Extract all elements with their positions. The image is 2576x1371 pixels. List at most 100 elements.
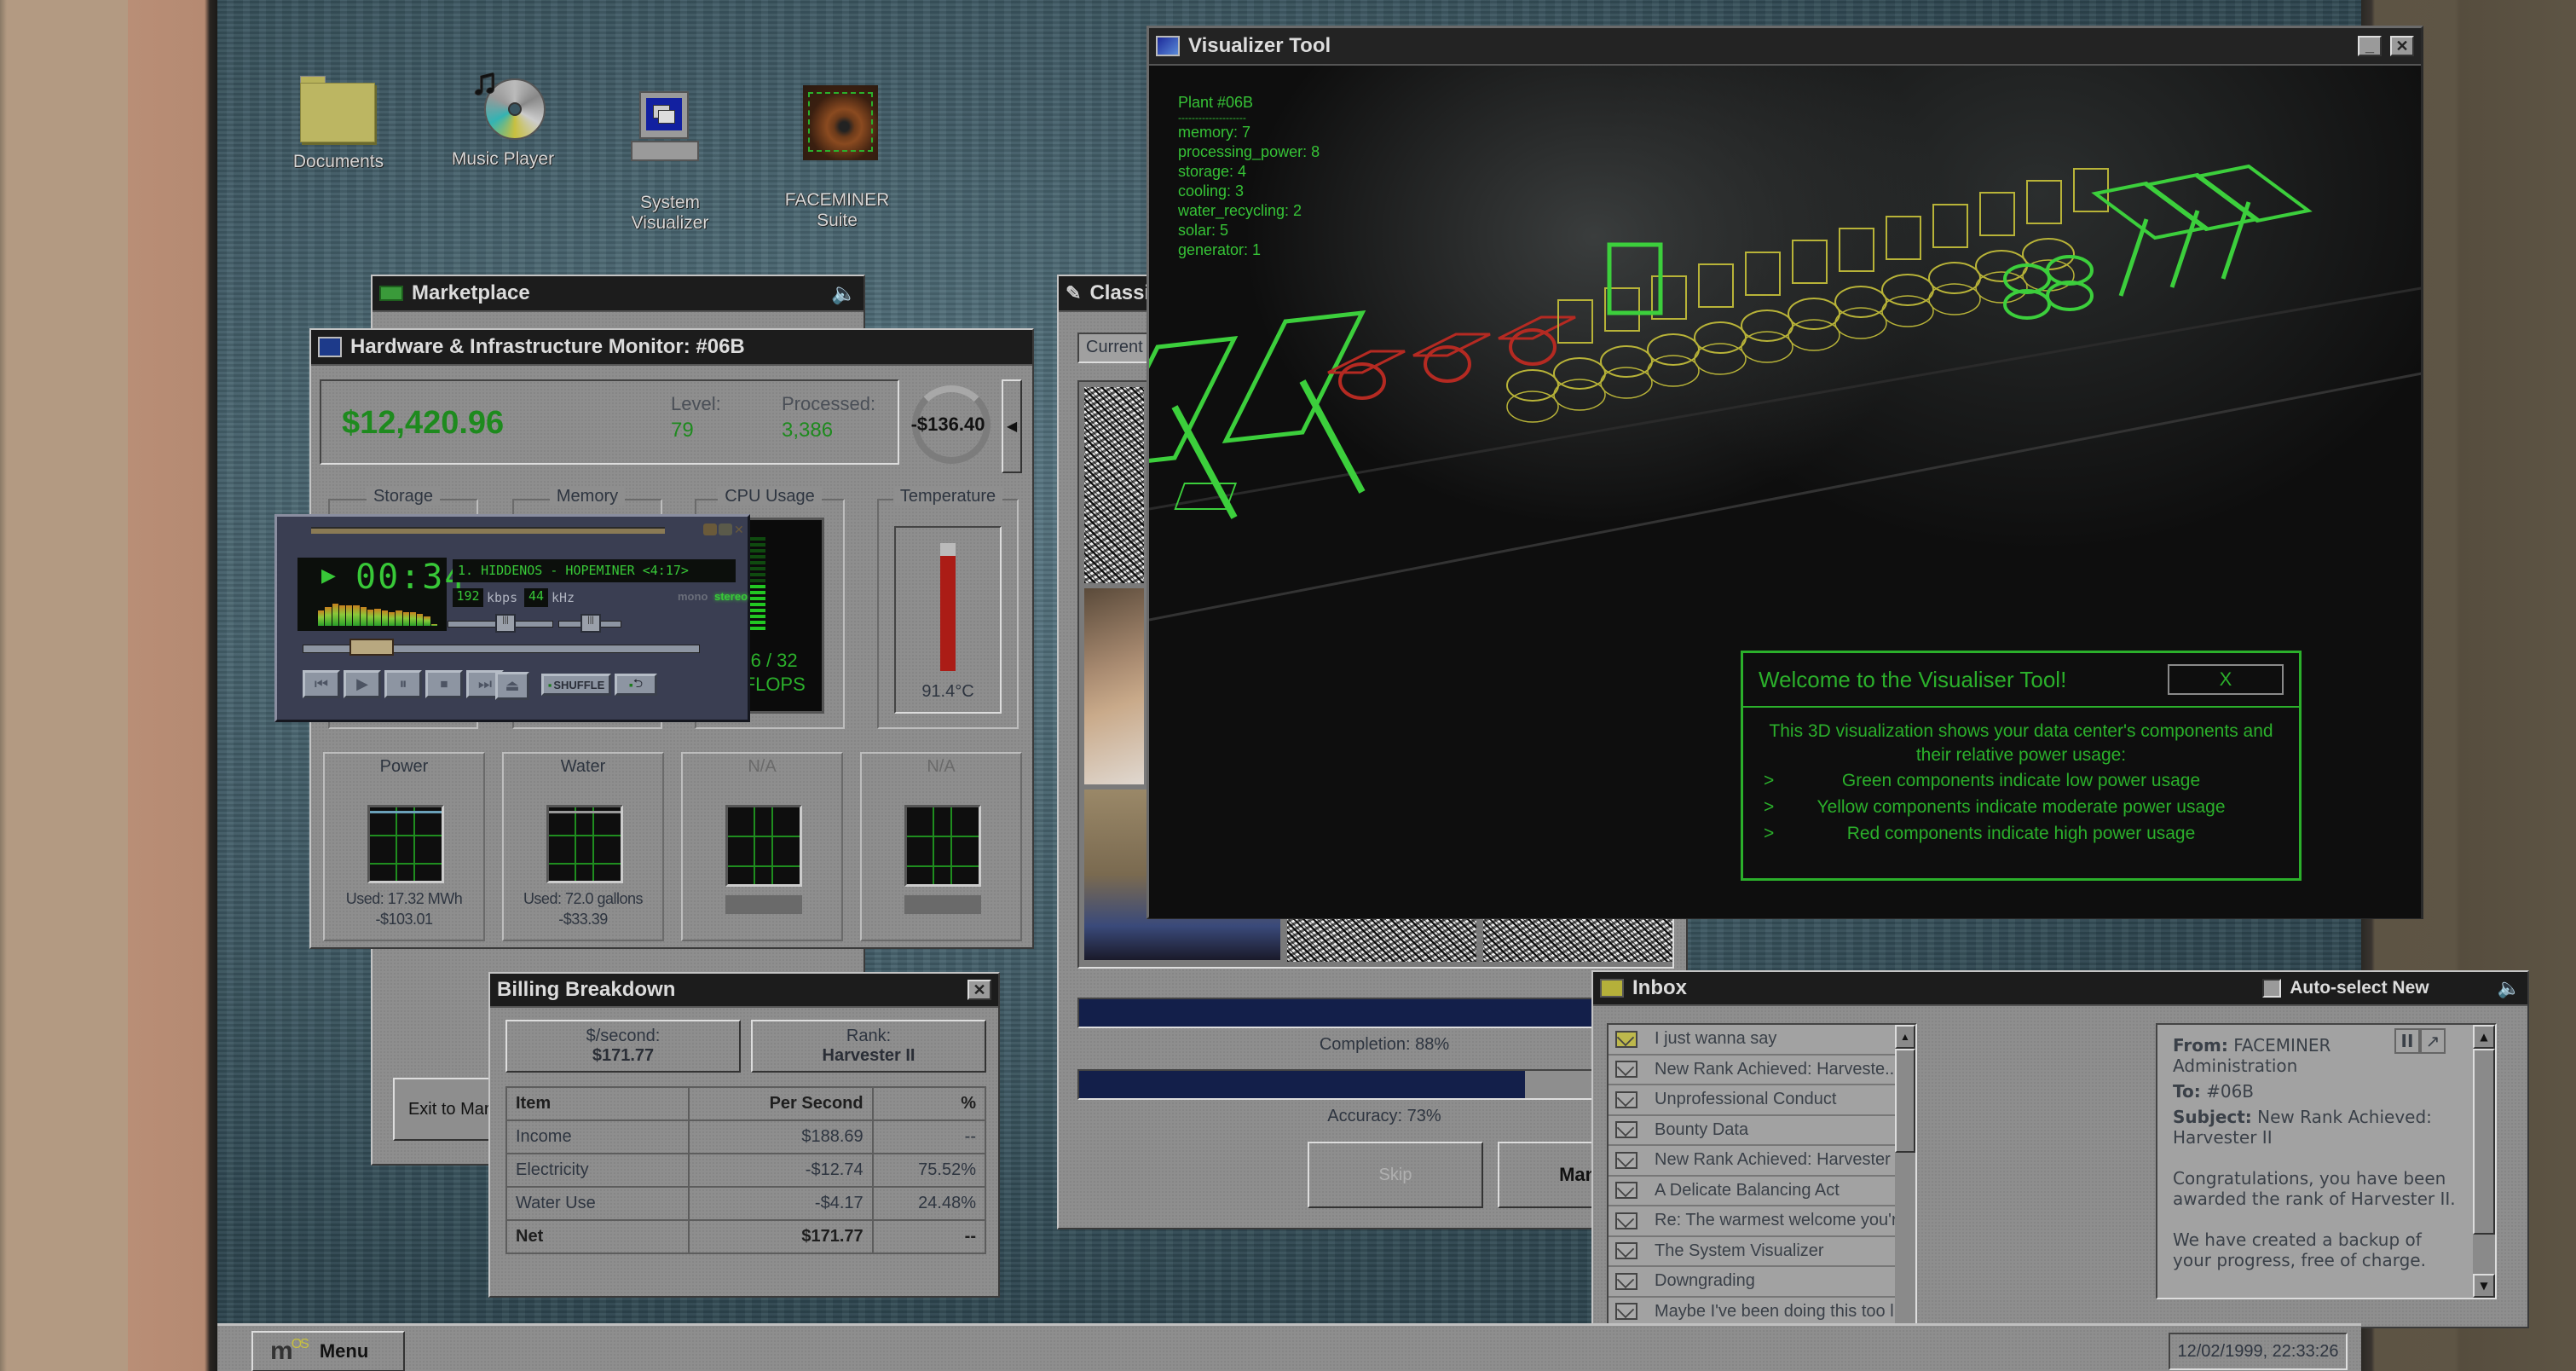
icon-label: System Visualizer <box>631 193 709 233</box>
inbox-message[interactable]: Unprofessional Conduct <box>1609 1085 1897 1116</box>
water-tank-base <box>1506 390 1559 423</box>
icon-label: FACEMINER Suite <box>784 190 890 230</box>
water-tank-base <box>1975 271 2028 304</box>
seek-bar[interactable] <box>303 639 700 656</box>
water-tank-base <box>1834 307 1887 339</box>
music-player-titlebar[interactable] <box>311 527 665 534</box>
hardware-monitor-titlebar[interactable]: Hardware & Infrastructure Monitor: #06B <box>311 330 1032 366</box>
spectrum-bar <box>318 610 325 626</box>
mos-logo-icon: mOS <box>270 1337 309 1365</box>
repeat-button[interactable]: ▪ ⮌ <box>615 674 657 696</box>
inbox-message[interactable]: Maybe I've been doing this too l... <box>1609 1298 1897 1326</box>
message-list-scrollbar[interactable]: ▲ <box>1895 1025 1915 1325</box>
processed-value: 3,386 <box>782 419 834 442</box>
balance-slider[interactable]: ||| <box>558 614 621 633</box>
auto-select-checkbox[interactable] <box>2262 979 2282 998</box>
cooling-unit <box>1498 315 1576 340</box>
rank-value: Harvester II <box>822 1046 915 1065</box>
spectrum-bar <box>402 612 409 626</box>
inbox-message[interactable]: A Delicate Balancing Act <box>1609 1177 1897 1206</box>
billing-cell: Item <box>505 1086 690 1121</box>
eject-button[interactable]: ⏏ <box>495 672 529 700</box>
cooling-fan <box>1424 345 1471 383</box>
rank-label: Rank: <box>846 1027 892 1045</box>
scroll-thumb[interactable] <box>1895 1049 1915 1153</box>
solar-panel-post <box>2221 201 2251 280</box>
exit-to-marketplace-button[interactable]: Exit to Marl <box>393 1078 495 1141</box>
close-button[interactable]: ✕ <box>734 524 746 535</box>
billing-table: Item Per Second% Income $188.69 -- Electricit… <box>505 1086 987 1254</box>
skip-button[interactable]: Skip <box>1308 1142 1483 1208</box>
read-envelope-icon <box>1615 1272 1637 1290</box>
message-subject: I just wanna say <box>1655 1029 1777 1049</box>
inbox-titlebar[interactable]: Inbox Auto-select New 🔈 <box>1593 972 2527 1006</box>
prev-button[interactable]: ⏮ <box>303 670 340 698</box>
solar-panel-post <box>1171 405 1238 519</box>
inbox-message[interactable]: Downgrading <box>1609 1267 1897 1298</box>
read-envelope-icon <box>1615 1090 1637 1108</box>
volume-slider[interactable]: ||| <box>448 614 553 633</box>
welcome-bullet: > Green components indicate low power usa… <box>1764 771 2201 790</box>
inbox-message[interactable]: Bounty Data <box>1609 1116 1897 1146</box>
speaker-icon[interactable]: 🔈 <box>831 281 857 306</box>
music-player-display: ▶ 00:34 <box>297 558 465 631</box>
pause-button[interactable]: ⏸ <box>384 670 422 698</box>
preview-controls: II ↗ <box>2394 1028 2446 1054</box>
desktop-icon-documents[interactable]: Documents <box>257 64 419 172</box>
pause-icon[interactable]: II <box>2394 1028 2420 1054</box>
shade-button[interactable] <box>719 524 732 535</box>
face-thumbnail[interactable] <box>1084 588 1144 784</box>
water-tank-base <box>1600 367 1653 399</box>
message-subject: Downgrading <box>1655 1271 1755 1291</box>
meter-used: Used: 72.0 gallons <box>523 890 644 907</box>
billing-titlebar[interactable]: Billing Breakdown ✕ <box>490 974 998 1008</box>
close-button[interactable]: ✕ <box>967 980 991 1000</box>
stop-button[interactable]: ⏹ <box>425 670 463 698</box>
popout-icon[interactable]: ↗ <box>2420 1028 2446 1054</box>
inbox-message[interactable]: The System Visualizer <box>1609 1237 1897 1267</box>
inbox-message[interactable]: Re: The warmest welcome you'r... <box>1609 1206 1897 1237</box>
floor-rail <box>1149 372 2421 622</box>
billing-row: Water Use -$4.17 24.48% <box>505 1186 987 1221</box>
inbox-message[interactable]: New Rank Achieved: Harvester I <box>1609 1146 1897 1177</box>
inbox-message[interactable]: I just wanna say <box>1609 1025 1897 1056</box>
play-indicator-icon: ▶ <box>321 564 336 586</box>
spectrum-bar <box>367 609 374 626</box>
meter-na: N/A <box>681 752 843 941</box>
welcome-close-button[interactable]: X <box>2168 664 2284 695</box>
window-title: Inbox <box>1632 976 1687 999</box>
meter-label: Power <box>379 757 429 776</box>
minimize-button[interactable]: _ <box>2358 36 2382 56</box>
preview-scrollbar[interactable]: ▲ ▼ <box>2473 1025 2495 1298</box>
water-tank-base <box>1694 343 1747 375</box>
face-thumbnail-noise[interactable] <box>1084 387 1144 583</box>
server-rack <box>1698 263 1734 308</box>
desktop-icon-system-visualizer[interactable]: System Visualizer <box>589 64 751 254</box>
marketplace-titlebar[interactable]: Marketplace 🔈 <box>373 276 863 312</box>
shuffle-button[interactable]: ▪ SHUFFLE <box>541 674 611 696</box>
speaker-icon[interactable]: 🔈 <box>2498 977 2521 999</box>
desktop-icon-faceminer-suite[interactable]: FACEMINER Suite <box>756 61 918 252</box>
window-title: Billing Breakdown <box>497 978 676 1001</box>
thermometer: 91.4°C <box>894 526 1002 714</box>
meter-label: Water <box>560 757 606 776</box>
welcome-header: Welcome to the Visualiser Tool! X <box>1743 653 2299 708</box>
desktop-icon-music-player[interactable]: ♫ Music Player <box>422 61 584 170</box>
level-value: 79 <box>671 419 694 442</box>
billing-breakdown-window: Billing Breakdown ✕ $/second: $171.77 Ra… <box>488 972 1000 1298</box>
start-menu-button[interactable]: mOS Menu <box>251 1331 405 1371</box>
window-title: Hardware & Infrastructure Monitor: #06B <box>350 335 745 358</box>
music-player-window: ✕ ▶ 00:34 1. HIDDENOS - HOPEMINER <4:17>… <box>274 514 750 722</box>
icon-label: Music Player <box>451 149 555 169</box>
inbox-message[interactable]: New Rank Achieved: Harveste... <box>1609 1056 1897 1085</box>
spectrum-bar <box>424 616 430 626</box>
play-button[interactable]: ▶ <box>344 670 381 698</box>
collapse-arrow-button[interactable]: ◀ <box>1002 379 1022 473</box>
close-button[interactable]: ✕ <box>2390 36 2414 56</box>
visualizer-titlebar[interactable]: Visualizer Tool _ ✕ <box>1149 28 2421 66</box>
visualizer-viewport[interactable]: Plant #06B -------------------- memory: … <box>1149 66 2421 918</box>
cooling-fan <box>1509 328 1557 366</box>
minimize-button[interactable] <box>703 524 717 535</box>
spectrum-bar <box>360 606 367 626</box>
welcome-bullet: > Yellow components indicate moderate pow… <box>1764 797 2226 817</box>
